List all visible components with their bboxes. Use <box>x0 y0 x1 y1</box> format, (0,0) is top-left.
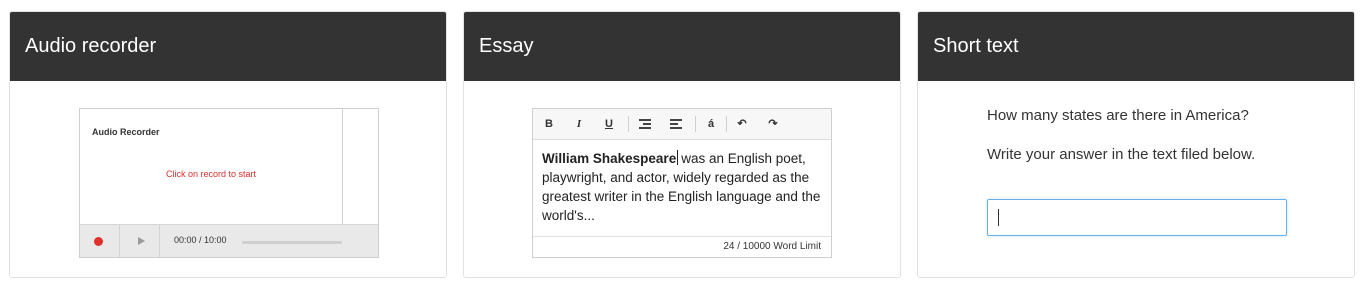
input-caret <box>998 209 999 226</box>
essay-text-area[interactable]: William Shakespeare was an English poet, … <box>533 140 831 236</box>
record-icon <box>94 237 103 246</box>
answer-input[interactable] <box>987 199 1287 236</box>
playback-progress-track[interactable] <box>242 241 342 244</box>
audio-recorder-widget: Audio Recorder Click on record to start … <box>79 108 379 258</box>
essay-card: Essay B I U á ↶ ↷ William Shakespeare was… <box>463 11 901 278</box>
recorder-title: Audio Recorder <box>92 127 160 137</box>
recorder-message: Click on record to start <box>165 169 257 179</box>
toolbar-separator <box>628 116 629 132</box>
redo-icon[interactable]: ↷ <box>765 117 781 131</box>
divider <box>342 109 343 225</box>
italic-button[interactable]: I <box>571 117 587 131</box>
recorder-time: 00:00 / 10:00 <box>174 235 227 245</box>
card-title: Essay <box>464 12 900 81</box>
play-icon <box>138 237 145 245</box>
play-button[interactable] <box>120 225 160 257</box>
text-caret <box>677 150 679 165</box>
instruction-text: Write your answer in the text filed belo… <box>987 146 1256 163</box>
short-text-card: Short text How many states are there in … <box>917 11 1355 278</box>
indent-icon[interactable] <box>639 119 651 129</box>
question-text: How many states are there in America? <box>987 107 1249 124</box>
recorder-controls: 00:00 / 10:00 <box>80 224 378 257</box>
essay-editor[interactable]: B I U á ↶ ↷ William Shakespeare was an En… <box>532 108 832 258</box>
editor-toolbar: B I U á ↶ ↷ <box>533 109 831 140</box>
card-title: Audio recorder <box>10 12 446 81</box>
toolbar-separator <box>695 116 696 132</box>
audio-recorder-card: Audio recorder Audio Recorder Click on r… <box>9 11 447 278</box>
essay-bold-text: William Shakespeare <box>542 151 677 166</box>
record-button[interactable] <box>80 225 120 257</box>
outdent-icon[interactable] <box>670 119 682 129</box>
card-title: Short text <box>918 12 1354 81</box>
undo-icon[interactable]: ↶ <box>734 117 750 131</box>
underline-button[interactable]: U <box>601 117 617 131</box>
word-count: 24 / 10000 Word Limit <box>533 236 831 257</box>
special-character-button[interactable]: á <box>703 117 719 131</box>
toolbar-separator <box>726 116 727 132</box>
bold-button[interactable]: B <box>541 117 557 131</box>
